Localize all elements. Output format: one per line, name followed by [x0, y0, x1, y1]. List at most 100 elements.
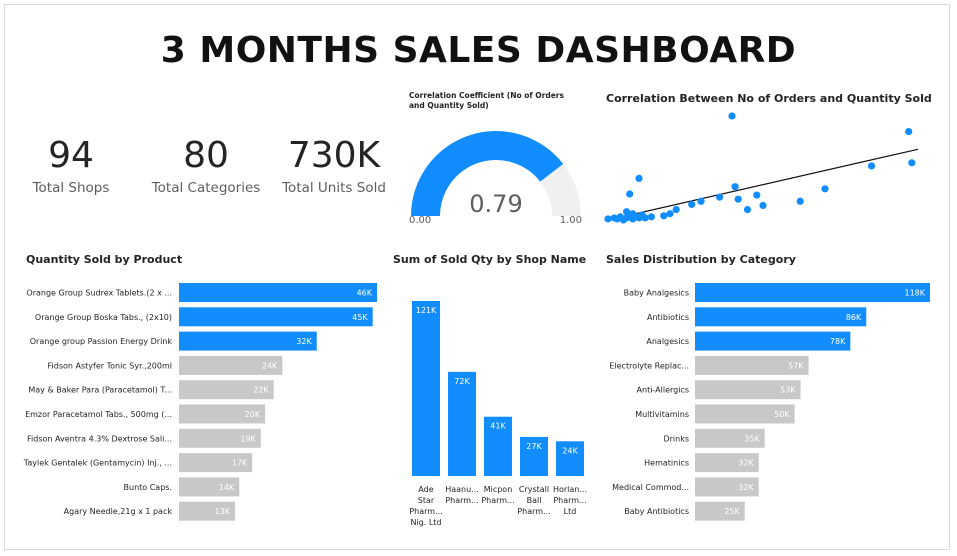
data-label: 32K: [738, 459, 754, 468]
category-label: Drinks: [663, 434, 689, 443]
category-label: Nig. Ltd: [410, 518, 441, 527]
data-label: 32K: [738, 483, 754, 492]
category-label: Electrolyte Replac...: [609, 361, 689, 370]
kpi-total-categories[interactable]: 80 Total Categories: [146, 135, 266, 197]
scatter-point: [759, 201, 767, 210]
kpi-total-shops[interactable]: 94 Total Shops: [20, 135, 122, 197]
scatter-point: [623, 208, 631, 216]
dashboard-title: 3 MONTHS SALES DASHBOARD: [160, 30, 797, 71]
bar: [695, 331, 851, 351]
category-label: Ltd: [564, 507, 577, 516]
kpi-value: 94: [48, 135, 94, 176]
data-label: 86K: [846, 313, 862, 322]
shop-chart-title: Sum of Sold Qty by Shop Name: [393, 253, 587, 266]
category-label: Baby Antibiotics: [624, 507, 689, 516]
data-label: 24K: [562, 446, 578, 455]
scatter-point: [731, 183, 739, 191]
scatter-point: [629, 210, 637, 218]
bar: [695, 283, 930, 302]
scatter-point: [647, 213, 655, 221]
category-label: Fidson Astyfer Tonic Syr.,200ml: [48, 361, 172, 370]
scatter-point: [821, 185, 829, 193]
category-label: Fidson Aventra 4.3% Dextrose Sali...: [27, 434, 172, 443]
category-label: Pharm...: [409, 507, 442, 516]
data-label: 27K: [526, 442, 542, 451]
category-label: Orange Group Sudrex Tablets.(2 x ...: [26, 289, 172, 298]
category-bar-chart[interactable]: Baby Analgesics 118K Antibiotics 86K Analges…: [600, 276, 940, 526]
kpi-total-units-sold[interactable]: 730K Total Units Sold: [276, 135, 392, 197]
data-label: 57K: [788, 361, 804, 370]
category-label: Baby Analgesics: [624, 289, 689, 298]
category-label: Orange Group Boska Tabs., (2x10): [35, 313, 172, 322]
kpi-value: 730K: [287, 135, 381, 176]
bar: [448, 371, 476, 476]
scatter-chart[interactable]: [600, 108, 930, 228]
gauge-value-label: 0.79: [469, 190, 522, 218]
scatter-point: [734, 195, 742, 203]
category-label: May & Baker Para (Paracetamol) T...: [28, 386, 172, 395]
category-label: Antibiotics: [647, 313, 689, 322]
kpi-label: Total Shops: [32, 180, 110, 196]
data-label: 13K: [215, 507, 231, 516]
scatter-title: Correlation Between No of Orders and Qua…: [606, 92, 932, 105]
scatter-point: [697, 197, 705, 205]
kpi-label: Total Units Sold: [282, 180, 386, 196]
trend-line: [607, 148, 919, 221]
category-label: Ade: [418, 485, 433, 494]
scatter-point: [867, 162, 876, 170]
data-label: 22K: [253, 386, 269, 395]
category-label: Pharm...: [553, 496, 586, 505]
bar: [179, 283, 377, 302]
scatter-point: [688, 200, 696, 208]
data-label: 17K: [232, 459, 248, 468]
category-label: Anti-Allergics: [637, 386, 689, 395]
category-label: Hematinics: [644, 459, 689, 468]
category-label: Emzor Paracetamol Tabs., 500mg (...: [25, 410, 172, 419]
data-label: 25K: [724, 507, 740, 516]
data-label: 72K: [454, 377, 470, 386]
scatter-point: [626, 190, 634, 198]
data-label: 45K: [352, 313, 368, 322]
category-label: Pharm...: [445, 496, 478, 505]
category-label: Ball: [527, 496, 542, 505]
data-label: 118K: [904, 289, 925, 298]
category-chart-title: Sales Distribution by Category: [606, 253, 796, 266]
category-label: Pharm...: [481, 496, 514, 505]
scatter-point: [672, 206, 680, 214]
kpi-value: 80: [183, 135, 229, 176]
product-chart-title: Quantity Sold by Product: [26, 253, 183, 266]
category-label: Crystall: [519, 485, 549, 494]
gauge-title: Correlation Coefficient (No of Orders an…: [409, 91, 564, 110]
scatter-point: [905, 128, 913, 136]
data-label: 121K: [416, 306, 437, 315]
scatter-point: [604, 215, 612, 223]
category-label: Orange group Passion Energy Drink: [30, 337, 173, 346]
scatter-point: [796, 197, 804, 205]
scatter-point: [728, 112, 736, 120]
category-label: Haanu...: [445, 485, 479, 494]
shop-bar-chart[interactable]: 121KAdeStarPharm...Nig. Ltd72KHaanu...Ph…: [400, 276, 600, 538]
data-label: 35K: [744, 434, 760, 443]
category-label: Agary Needle,21g x 1 pack: [64, 507, 173, 516]
scatter-point: [666, 210, 674, 218]
product-bar-chart[interactable]: Orange Group Sudrex Tablets.(2 x ... 46K O…: [20, 276, 390, 526]
category-label: Analgesics: [646, 337, 689, 346]
correlation-gauge[interactable]: 0.79 0.00 1.00: [398, 112, 594, 232]
scatter-point: [635, 174, 643, 182]
gauge-max-label: 1.00: [560, 215, 582, 226]
category-label: Multivitamins: [635, 410, 689, 419]
category-label: Taylek Gentalek (Gentamycin) Inj., ...: [23, 459, 172, 468]
category-label: Pharm...: [517, 507, 550, 516]
data-label: 41K: [490, 422, 506, 431]
scatter-point: [660, 212, 668, 220]
category-label: Medical Commod...: [612, 483, 689, 492]
gauge-min-label: 0.00: [409, 215, 431, 226]
data-label: 46K: [357, 289, 373, 298]
bar: [695, 307, 867, 327]
category-label: Bunto Caps.: [124, 483, 172, 492]
kpi-label: Total Categories: [151, 180, 261, 196]
data-label: 53K: [780, 386, 796, 395]
bar: [412, 301, 440, 476]
data-label: 50K: [774, 410, 790, 419]
category-label: Star: [418, 496, 435, 505]
